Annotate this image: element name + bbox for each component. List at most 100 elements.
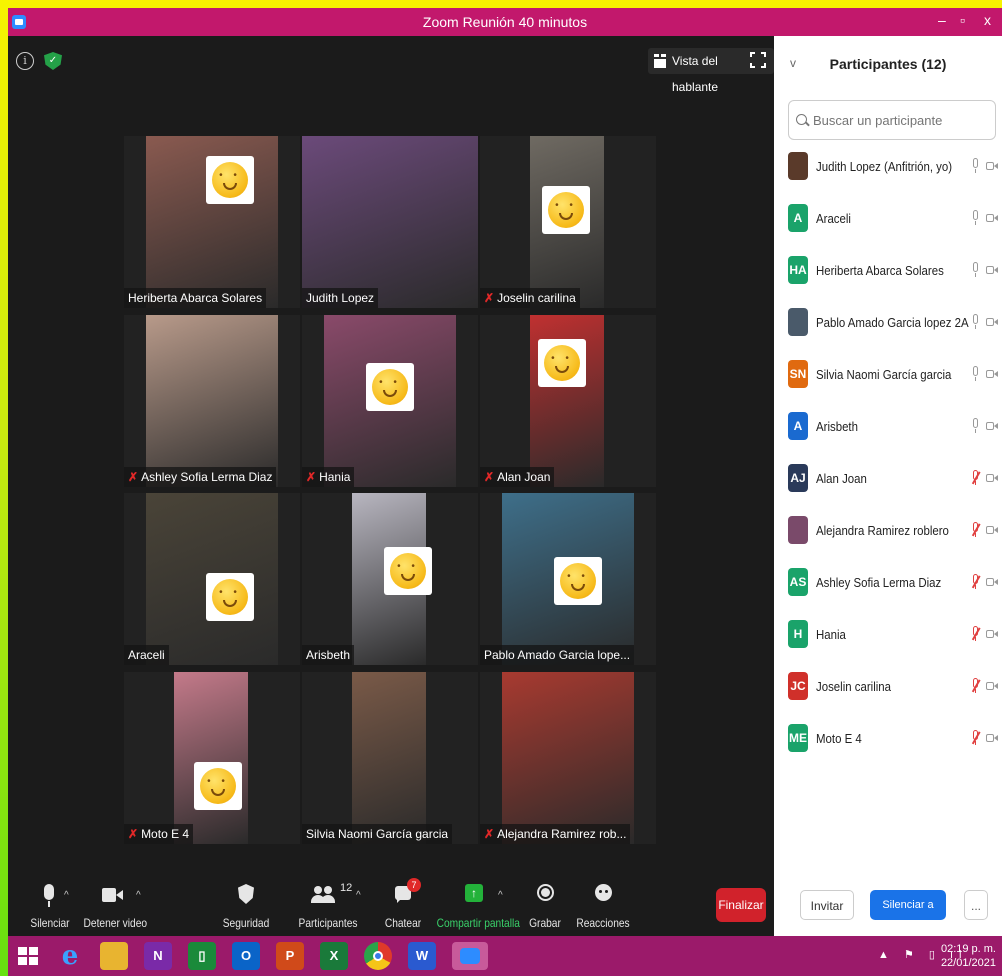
- windows-start-icon[interactable]: [14, 942, 42, 970]
- file-explorer-icon[interactable]: [100, 942, 128, 970]
- tile-name-text: Judith Lopez: [306, 291, 375, 305]
- video-tile[interactable]: ✗Alan Joan: [480, 315, 656, 487]
- muted-microphone-icon[interactable]: [970, 574, 980, 590]
- video-camera-icon[interactable]: [986, 369, 998, 379]
- mute-button[interactable]: Silenciar: [22, 882, 78, 930]
- video-tile[interactable]: Silvia Naomi García garcia: [302, 672, 478, 844]
- video-tile[interactable]: ✗ Alejandra Ramirez rob...: [480, 672, 656, 844]
- record-button[interactable]: Grabar: [520, 882, 570, 930]
- zoom-taskbar-icon[interactable]: [452, 942, 488, 970]
- smiley-face-icon: [384, 547, 432, 595]
- muted-microphone-icon[interactable]: [970, 522, 980, 538]
- microphone-icon[interactable]: [970, 210, 980, 226]
- participant-row[interactable]: A Arisbeth: [774, 404, 1002, 456]
- info-icon[interactable]: i: [16, 52, 34, 70]
- participant-search-input[interactable]: [788, 100, 996, 140]
- microphone-icon[interactable]: [970, 418, 980, 434]
- chat-button[interactable]: 7 Chatear: [378, 878, 428, 930]
- spreadsheet-app-icon[interactable]: ▯: [188, 942, 216, 970]
- taskbar-clock[interactable]: 02:19 p. m. 22/01/2021: [941, 942, 996, 970]
- security-button[interactable]: Seguridad: [218, 882, 274, 930]
- audio-options-caret[interactable]: ^: [64, 890, 69, 901]
- participants-button[interactable]: 12 Participantes: [290, 882, 366, 930]
- video-tile[interactable]: ✗Hania: [302, 315, 478, 487]
- video-camera-icon[interactable]: [986, 317, 998, 327]
- search-icon: [796, 114, 807, 125]
- muted-microphone-icon: ✗: [484, 470, 495, 484]
- microphone-icon[interactable]: [970, 262, 980, 278]
- outlook-icon[interactable]: O: [232, 942, 260, 970]
- participant-row[interactable]: Judith Lopez (Anfitrión, yo): [774, 144, 1002, 196]
- word-icon[interactable]: W: [408, 942, 436, 970]
- participants-panel: v Participantes (12) Judith Lopez (Anfit…: [774, 36, 1002, 941]
- microphone-icon[interactable]: [970, 366, 980, 382]
- excel-icon[interactable]: X: [320, 942, 348, 970]
- muted-microphone-icon[interactable]: [970, 626, 980, 642]
- video-camera-icon[interactable]: [986, 681, 998, 691]
- microphone-icon: [22, 882, 78, 910]
- video-tile[interactable]: Arisbeth: [302, 493, 478, 665]
- close-button[interactable]: x: [984, 12, 991, 28]
- participant-row[interactable]: H Hania: [774, 612, 1002, 664]
- video-options-caret[interactable]: ^: [136, 890, 141, 901]
- participant-row[interactable]: SN Silvia Naomi García garcia: [774, 352, 1002, 404]
- share-screen-button[interactable]: ↑ Compartir pantalla: [430, 882, 520, 930]
- video-camera-icon[interactable]: [986, 213, 998, 223]
- participant-row[interactable]: JC Joselin carilina: [774, 664, 1002, 716]
- onenote-icon[interactable]: N: [144, 942, 172, 970]
- muted-microphone-icon[interactable]: [970, 470, 980, 486]
- chrome-icon[interactable]: [364, 942, 392, 970]
- fullscreen-icon[interactable]: [750, 52, 766, 68]
- video-tile[interactable]: ✗ Ashley Sofia Lerma Diaz: [124, 315, 300, 487]
- share-options-caret[interactable]: ^: [498, 890, 503, 901]
- more-options-button[interactable]: ...: [964, 890, 988, 920]
- participant-name: Moto E 4: [816, 731, 862, 746]
- participant-row[interactable]: HA Heriberta Abarca Solares: [774, 248, 1002, 300]
- participants-caret[interactable]: ^: [356, 890, 361, 901]
- encryption-shield-icon[interactable]: ✓: [44, 52, 62, 70]
- smiley-face-icon: [194, 762, 242, 810]
- mute-all-button[interactable]: Silenciar a todos: [870, 890, 946, 941]
- participant-row[interactable]: Pablo Amado Garcia lopez 2A: [774, 300, 1002, 352]
- minimize-button[interactable]: –: [938, 12, 946, 28]
- participant-name: Joselin carilina: [816, 679, 892, 694]
- microphone-icon[interactable]: [970, 158, 980, 174]
- participant-row[interactable]: AJ Alan Joan: [774, 456, 1002, 508]
- video-camera-icon[interactable]: [986, 525, 998, 535]
- video-camera-icon[interactable]: [986, 161, 998, 171]
- video-tile[interactable]: Heriberta Abarca Solares: [124, 136, 300, 308]
- avatar: AJ: [788, 464, 808, 492]
- invite-button[interactable]: Invitar: [800, 890, 854, 920]
- muted-microphone-icon[interactable]: [970, 730, 980, 746]
- avatar: HA: [788, 256, 808, 284]
- video-tile[interactable]: Judith Lopez: [302, 136, 478, 308]
- video-tile[interactable]: Pablo Amado Garcia lope...: [480, 493, 656, 665]
- muted-microphone-icon[interactable]: [970, 678, 980, 694]
- tile-name-label: ✗ Ashley Sofia Lerma Diaz: [124, 467, 277, 487]
- tile-name-label: Pablo Amado Garcia lope...: [480, 645, 635, 665]
- participant-row[interactable]: Alejandra Ramirez roblero: [774, 508, 1002, 560]
- participant-row[interactable]: ME Moto E 4: [774, 716, 1002, 768]
- video-camera-icon[interactable]: [986, 733, 998, 743]
- restore-button[interactable]: ▫: [960, 12, 965, 28]
- video-tile[interactable]: ✗Moto E 4: [124, 672, 300, 844]
- video-tile[interactable]: Araceli: [124, 493, 300, 665]
- video-camera-icon[interactable]: [986, 629, 998, 639]
- participant-video: [352, 672, 426, 844]
- video-camera-icon[interactable]: [986, 265, 998, 275]
- internet-explorer-icon[interactable]: e: [56, 942, 84, 970]
- participant-row[interactable]: A Araceli: [774, 196, 1002, 248]
- participant-row[interactable]: AS Ashley Sofia Lerma Diaz: [774, 560, 1002, 612]
- smiley-face-icon: [542, 186, 590, 234]
- video-camera-icon[interactable]: [986, 577, 998, 587]
- powerpoint-icon[interactable]: P: [276, 942, 304, 970]
- avatar: SN: [788, 360, 808, 388]
- end-meeting-button[interactable]: Finalizar: [716, 888, 766, 922]
- avatar: JC: [788, 672, 808, 700]
- video-camera-icon[interactable]: [986, 473, 998, 483]
- video-tile[interactable]: ✗Joselin carilina: [480, 136, 656, 308]
- microphone-icon[interactable]: [970, 314, 980, 330]
- reactions-button[interactable]: Reacciones: [568, 882, 638, 930]
- participants-panel-title: Participantes (12): [829, 56, 947, 72]
- video-camera-icon[interactable]: [986, 421, 998, 431]
